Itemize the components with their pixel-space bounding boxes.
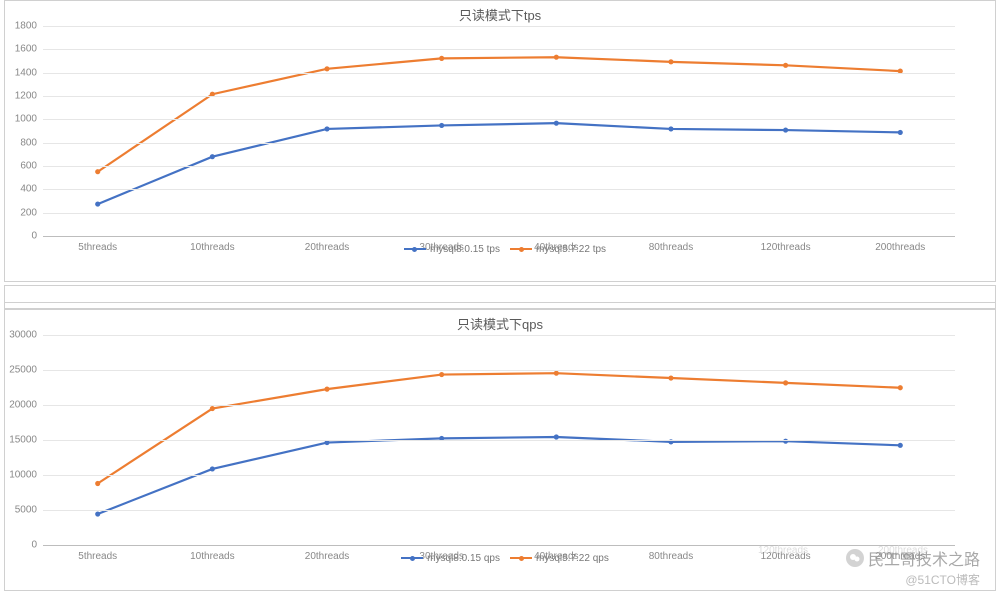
series-line	[98, 123, 901, 204]
data-point	[95, 169, 100, 174]
plot-area-tps: 0200400600800100012001400160018005thread…	[43, 26, 955, 236]
data-point	[95, 481, 100, 486]
y-tick-label: 25000	[9, 364, 37, 375]
data-point	[783, 128, 788, 133]
legend-swatch	[404, 248, 426, 250]
legend-tps: mysql8.0.15 tpsmysql5.7.22 tps	[5, 236, 995, 259]
data-point	[210, 154, 215, 159]
y-tick-label: 1000	[15, 114, 37, 125]
x-tick-label: 40threads	[534, 242, 578, 253]
data-point	[898, 385, 903, 390]
wechat-icon	[846, 549, 864, 567]
y-tick-label: 600	[20, 160, 37, 171]
x-tick-label: 20threads	[305, 242, 349, 253]
data-point	[783, 380, 788, 385]
data-point	[554, 55, 559, 60]
y-tick-label: 400	[20, 184, 37, 195]
x-tick-label: 30threads	[419, 242, 463, 253]
data-point	[439, 56, 444, 61]
chart-title: 只读模式下qps	[5, 310, 995, 335]
divider	[4, 285, 996, 309]
x-tick-label: 80threads	[649, 551, 693, 562]
chart-title: 只读模式下tps	[5, 1, 995, 26]
y-tick-label: 1800	[15, 21, 37, 32]
data-point	[668, 375, 673, 380]
chart-svg	[43, 26, 955, 234]
x-tick-label: 20threads	[305, 551, 349, 562]
x-tick-label: 120threads	[761, 242, 811, 253]
data-point	[668, 126, 673, 131]
x-tick-label: 5threads	[78, 242, 117, 253]
y-tick-label: 10000	[9, 469, 37, 480]
x-tick-label: 30threads	[419, 551, 463, 562]
watermark-brand: 民工哥技术之路	[846, 546, 980, 570]
x-tick-label: 80threads	[649, 242, 693, 253]
y-tick-label: 0	[31, 540, 37, 551]
data-point	[210, 466, 215, 471]
y-tick-label: 1400	[15, 67, 37, 78]
data-point	[668, 59, 673, 64]
data-point	[439, 123, 444, 128]
y-tick-label: 1600	[15, 44, 37, 55]
legend-swatch	[510, 557, 532, 559]
data-point	[898, 130, 903, 135]
occluded-xlabel: 120threads	[758, 545, 808, 556]
plot-area-qps: 0500010000150002000025000300005threads10…	[43, 335, 955, 545]
data-point	[95, 202, 100, 207]
data-point	[324, 387, 329, 392]
x-tick-label: 40threads	[534, 551, 578, 562]
y-tick-label: 30000	[9, 330, 37, 341]
x-tick-label: 10threads	[190, 551, 234, 562]
y-tick-label: 200	[20, 207, 37, 218]
x-tick-label: 10threads	[190, 242, 234, 253]
x-tick-label: 5threads	[78, 551, 117, 562]
y-tick-label: 800	[20, 137, 37, 148]
data-point	[95, 511, 100, 516]
y-tick-label: 15000	[9, 435, 37, 446]
y-tick-label: 20000	[9, 399, 37, 410]
data-point	[439, 372, 444, 377]
legend-swatch	[401, 557, 423, 559]
data-point	[324, 66, 329, 71]
data-point	[554, 434, 559, 439]
data-point	[554, 121, 559, 126]
data-point	[324, 126, 329, 131]
legend-swatch	[510, 248, 532, 250]
data-point	[898, 443, 903, 448]
watermark-brand-text: 民工哥技术之路	[868, 546, 980, 570]
x-tick-label: 200threads	[875, 242, 925, 253]
data-point	[783, 63, 788, 68]
y-tick-label: 5000	[15, 505, 37, 516]
y-tick-label: 1200	[15, 90, 37, 101]
data-point	[554, 371, 559, 376]
data-point	[210, 406, 215, 411]
chart-tps: 只读模式下tps 0200400600800100012001400160018…	[4, 0, 996, 282]
y-tick-label: 0	[31, 231, 37, 242]
watermark-source: @51CTO博客	[905, 571, 980, 588]
